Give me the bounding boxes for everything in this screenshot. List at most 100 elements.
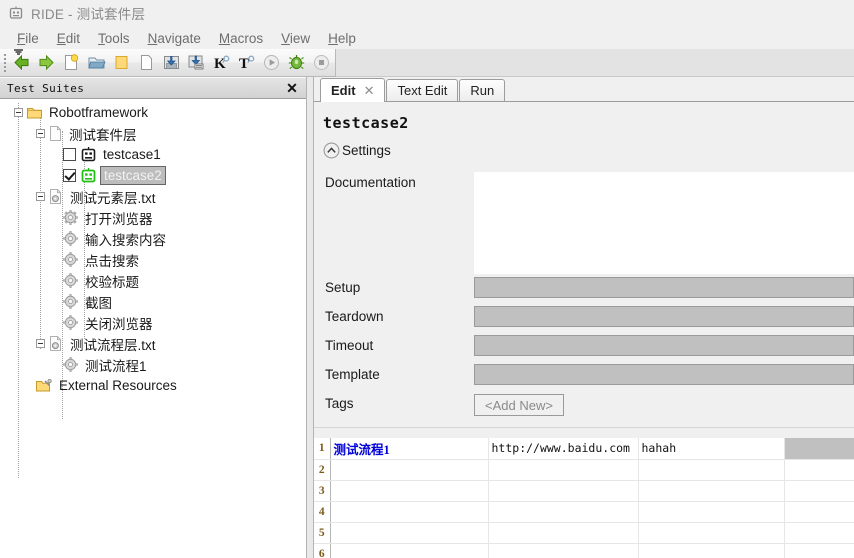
- menu-file[interactable]: File: [8, 30, 48, 47]
- menu-macros[interactable]: Macros: [210, 30, 272, 47]
- tree-node-resource-flow[interactable]: 测试流程层.txt: [0, 333, 306, 354]
- tree-node-label: 测试元素层.txt: [70, 190, 156, 206]
- tree-node-robotframework[interactable]: Robotframework: [0, 102, 306, 123]
- grid-cell[interactable]: [638, 501, 785, 523]
- grid-cell[interactable]: [488, 543, 639, 558]
- grid-cell[interactable]: [488, 522, 639, 544]
- tree-node-external-resources[interactable]: External Resources: [0, 375, 306, 396]
- debug-icon[interactable]: [284, 50, 309, 76]
- grid-cell[interactable]: 测试流程1: [330, 438, 489, 460]
- tree-node-keyword[interactable]: 校验标题: [0, 270, 306, 291]
- test-suites-header: Test Suites ✕: [0, 77, 306, 99]
- tab-edit[interactable]: Edit ✕: [320, 78, 386, 102]
- table-row[interactable]: 2: [314, 459, 854, 481]
- tab-text-edit[interactable]: Text Edit: [386, 79, 459, 101]
- grid-top-strip: [314, 427, 854, 438]
- grid-cell[interactable]: [784, 480, 854, 502]
- table-row[interactable]: 1 测试流程1 http://www.baidu.com hahah: [314, 438, 854, 460]
- setup-input[interactable]: [474, 277, 854, 298]
- test-suites-tree[interactable]: Robotframework 测试套件层 testcase1 testcase2…: [0, 99, 306, 557]
- robot-green-icon: [81, 168, 96, 183]
- setup-label: Setup: [325, 280, 361, 295]
- grid-cell[interactable]: [488, 459, 639, 481]
- grid-cell[interactable]: [638, 459, 785, 481]
- tab-run[interactable]: Run: [459, 79, 506, 101]
- grid-cell[interactable]: http://www.baidu.com: [488, 438, 639, 460]
- test-steps-grid[interactable]: 1 测试流程1 http://www.baidu.com hahah 2 3 4…: [314, 427, 854, 558]
- grid-cell[interactable]: hahah: [638, 438, 785, 460]
- grid-cell[interactable]: [784, 501, 854, 523]
- folder-icon[interactable]: [109, 50, 134, 76]
- forward-arrow-icon[interactable]: [34, 50, 59, 76]
- menu-edit[interactable]: Edit: [48, 30, 89, 47]
- table-row[interactable]: 4: [314, 501, 854, 523]
- grid-cell[interactable]: [784, 459, 854, 481]
- grid-cell[interactable]: [330, 501, 489, 523]
- tree-node-keyword[interactable]: 打开浏览器: [0, 207, 306, 228]
- grid-cell[interactable]: [330, 459, 489, 481]
- tree-node-keyword[interactable]: 关闭浏览器: [0, 312, 306, 333]
- new-file-icon[interactable]: [134, 50, 159, 76]
- new-project-icon[interactable]: [59, 50, 84, 76]
- grid-cell[interactable]: [330, 522, 489, 544]
- save-all-icon[interactable]: [184, 50, 209, 76]
- tree-node-keyword[interactable]: 测试流程1: [0, 354, 306, 375]
- expander-icon[interactable]: [36, 339, 45, 348]
- grid-cell[interactable]: [330, 480, 489, 502]
- testcase1-checkbox[interactable]: [63, 148, 76, 161]
- stop-icon[interactable]: [309, 50, 334, 76]
- save-icon[interactable]: [159, 50, 184, 76]
- grid-cell[interactable]: [488, 501, 639, 523]
- chevron-up-icon[interactable]: [323, 142, 340, 159]
- tree-node-resource-elements[interactable]: 测试元素层.txt: [0, 186, 306, 207]
- timeout-label: Timeout: [325, 338, 374, 353]
- tree-node-testcase1[interactable]: testcase1: [0, 144, 306, 165]
- tree-node-keyword[interactable]: 截图: [0, 291, 306, 312]
- tree-node-testcase2[interactable]: testcase2: [0, 165, 306, 186]
- grid-cell[interactable]: [784, 543, 854, 558]
- expander-icon[interactable]: [14, 108, 23, 117]
- grid-cell[interactable]: [784, 438, 854, 460]
- documentation-input[interactable]: [474, 172, 854, 274]
- close-icon[interactable]: ✕: [284, 80, 300, 96]
- menu-navigate[interactable]: Navigate: [139, 30, 210, 47]
- tree-node-keyword[interactable]: 点击搜索: [0, 249, 306, 270]
- grid-cell[interactable]: [784, 522, 854, 544]
- tab-label: Text Edit: [397, 83, 448, 98]
- close-icon[interactable]: ✕: [364, 83, 375, 99]
- timeout-input[interactable]: [474, 335, 854, 356]
- tree-node-suite[interactable]: 测试套件层: [0, 123, 306, 144]
- run-icon[interactable]: [259, 50, 284, 76]
- grid-cell[interactable]: [488, 480, 639, 502]
- grid-cell[interactable]: [638, 522, 785, 544]
- grid-cell[interactable]: [638, 543, 785, 558]
- tree-node-label: External Resources: [59, 378, 177, 393]
- toolbar-gripper[interactable]: [0, 49, 9, 77]
- open-folder-icon[interactable]: [84, 50, 109, 76]
- toolbar-overflow-icon[interactable]: [11, 48, 25, 56]
- search-tests-icon[interactable]: T: [234, 50, 259, 76]
- teardown-input[interactable]: [474, 306, 854, 327]
- add-new-tag-button[interactable]: <Add New>: [474, 394, 564, 416]
- table-row[interactable]: 5: [314, 522, 854, 544]
- settings-section-header[interactable]: Settings: [314, 132, 854, 159]
- testcase2-checkbox[interactable]: [63, 169, 76, 182]
- expander-icon[interactable]: [36, 129, 45, 138]
- grid-cell[interactable]: [638, 480, 785, 502]
- table-row[interactable]: 3: [314, 480, 854, 502]
- tree-node-keyword[interactable]: 输入搜索内容: [0, 228, 306, 249]
- grid-cell[interactable]: [330, 543, 489, 558]
- expander-icon[interactable]: [36, 192, 45, 201]
- tree-node-label: 测试流程1: [85, 358, 147, 374]
- menu-bar: File Edit Tools Navigate Macros View Hel…: [0, 27, 854, 49]
- search-keyword-icon[interactable]: K: [209, 50, 234, 76]
- template-input[interactable]: [474, 364, 854, 385]
- panel-splitter[interactable]: [306, 77, 314, 558]
- table-row[interactable]: 6: [314, 543, 854, 558]
- tree-node-label: 关闭浏览器: [85, 316, 153, 332]
- tree-node-label: 测试流程层.txt: [70, 337, 156, 353]
- menu-view[interactable]: View: [272, 30, 319, 47]
- menu-help[interactable]: Help: [319, 30, 365, 47]
- tree-node-label: testcase2: [100, 166, 166, 185]
- menu-tools[interactable]: Tools: [89, 30, 139, 47]
